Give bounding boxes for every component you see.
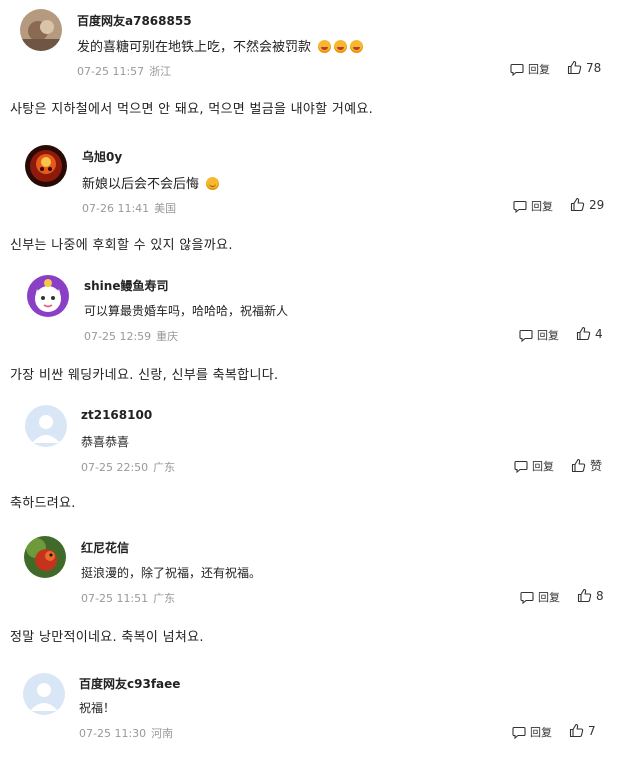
username[interactable]: zt2168100 <box>81 408 152 422</box>
reply-label: 回复 <box>537 329 559 342</box>
like-button[interactable]: 赞 <box>571 457 602 474</box>
like-count: 78 <box>586 60 602 75</box>
like-count: 29 <box>589 197 605 212</box>
comment-location: 广东 <box>153 461 176 474</box>
reply-label: 回复 <box>530 726 552 739</box>
comment-text: 恭喜恭喜 <box>81 433 129 450</box>
username[interactable]: 百度网友c93faee <box>79 675 180 692</box>
reply-button[interactable]: 回复 <box>513 198 553 214</box>
comment-text: 挺浪漫的，除了祝福，还有祝福。 <box>81 564 261 581</box>
comment-item: zt2168100 恭喜恭喜 07-25 22:50 广东 回复 赞 <box>0 396 637 496</box>
like-count: 赞 <box>590 459 603 473</box>
like-count: 7 <box>588 723 596 738</box>
reply-label: 回复 <box>531 200 553 213</box>
comment-text: 发的喜糖可别在地铁上吃，不然会被罚款 <box>77 36 364 55</box>
comment-location: 广东 <box>153 592 176 605</box>
thumbs-up-icon <box>576 326 591 341</box>
thumbs-up-icon <box>569 723 584 738</box>
avatar[interactable] <box>20 9 62 51</box>
comment-text-content: 恭喜恭喜 <box>81 435 130 449</box>
avatar[interactable] <box>25 145 67 187</box>
smile-emoji-icon <box>206 177 220 190</box>
comment-item: 红尼花信 挺浪漫的，除了祝福，还有祝福。 07-25 11:51 广东 回复 8 <box>0 527 637 627</box>
thumbs-up-icon <box>567 60 582 75</box>
comment-text-content: 挺浪漫的，除了祝福，还有祝福。 <box>81 566 262 580</box>
grin-emoji-icon <box>318 40 332 53</box>
comment-location: 美国 <box>154 202 177 215</box>
reply-label: 回复 <box>538 591 560 604</box>
translation-text: 정말 낭만적이네요. 축복이 넘쳐요. <box>10 630 204 645</box>
comment-date: 07-25 12:59 <box>84 330 152 343</box>
username[interactable]: 百度网友a7868855 <box>77 12 192 29</box>
comment-location: 浙江 <box>149 65 172 78</box>
reply-button[interactable]: 回复 <box>520 589 560 605</box>
comment-item: 百度网友c93faee 祝福！ 07-25 11:30 河南 回复 7 <box>0 664 637 764</box>
thumbs-up-icon <box>577 588 592 603</box>
reply-label: 回复 <box>528 63 550 76</box>
comment-date: 07-26 11:41 <box>82 202 150 215</box>
thumbs-up-icon <box>570 197 585 212</box>
like-count: 4 <box>595 326 603 341</box>
comment-text: 可以算最贵婚车吗，哈哈哈，祝福新人 <box>84 302 288 319</box>
comment-text: 祝福！ <box>79 699 115 716</box>
comment-date: 07-25 11:51 <box>81 592 149 605</box>
comment-location: 河南 <box>151 727 174 740</box>
comment-meta: 07-25 22:50 广东 <box>81 459 175 475</box>
comment-text-content: 祝福！ <box>79 701 116 715</box>
comment-text-content: 发的喜糖可别在地铁上吃，不然会被罚款 <box>77 40 312 55</box>
like-button[interactable]: 78 <box>567 60 601 75</box>
comment-icon <box>510 63 524 76</box>
comment-meta: 07-25 11:51 广东 <box>81 590 175 606</box>
reply-button[interactable]: 回复 <box>510 61 550 77</box>
username[interactable]: 乌旭0y <box>82 148 122 165</box>
comment-text: 新娘以后会不会后悔 <box>82 173 220 192</box>
comment-date: 07-25 11:57 <box>77 65 145 78</box>
comment-item: 乌旭0y 新娘以后会不会后悔 07-26 11:41 美国 回复 29 <box>0 135 637 235</box>
comment-text-content: 可以算最贵婚车吗，哈哈哈，祝福新人 <box>84 304 289 318</box>
like-count: 8 <box>596 588 604 603</box>
like-button[interactable]: 4 <box>576 326 603 341</box>
comment-meta: 07-25 11:57 浙江 <box>77 63 171 79</box>
comment-icon <box>519 329 533 342</box>
comment-icon <box>513 200 527 213</box>
grin-emoji-icon <box>334 40 348 53</box>
reply-label: 回复 <box>532 460 554 473</box>
comment-icon <box>512 726 526 739</box>
username[interactable]: 红尼花信 <box>81 539 129 556</box>
comment-item: shine鳗鱼寿司 可以算最贵婚车吗，哈哈哈，祝福新人 07-25 12:59 重… <box>0 265 637 365</box>
like-button[interactable]: 7 <box>569 723 596 738</box>
avatar[interactable] <box>24 536 66 578</box>
comment-text-content: 新娘以后会不会后悔 <box>82 177 200 192</box>
username[interactable]: shine鳗鱼寿司 <box>84 277 168 294</box>
avatar[interactable] <box>27 275 69 317</box>
comment-meta: 07-25 11:30 河南 <box>79 725 173 741</box>
comment-location: 重庆 <box>156 330 179 343</box>
comment-date: 07-25 22:50 <box>81 461 149 474</box>
comment-date: 07-25 11:30 <box>79 727 147 740</box>
comment-meta: 07-25 12:59 重庆 <box>84 328 178 344</box>
translation-text: 사탕은 지하철에서 먹으면 안 돼요, 먹으면 벌금을 내야할 거예요. <box>10 102 374 117</box>
translation-text: 신부는 나중에 후회할 수 있지 않을까요. <box>10 238 233 253</box>
avatar[interactable] <box>23 673 65 715</box>
translation-text: 축하드려요. <box>10 496 76 511</box>
thumbs-up-icon <box>571 458 586 473</box>
comment-item: 百度网友a7868855 发的喜糖可别在地铁上吃，不然会被罚款 07-25 11… <box>0 0 637 100</box>
like-button[interactable]: 29 <box>570 197 604 212</box>
comment-meta: 07-26 11:41 美国 <box>82 200 176 216</box>
reply-button[interactable]: 回复 <box>514 458 554 474</box>
avatar[interactable] <box>25 405 67 447</box>
reply-button[interactable]: 回复 <box>519 327 559 343</box>
translation-text: 가장 비싼 웨딩카네요. 신랑, 신부를 축복합니다. <box>10 368 279 383</box>
like-button[interactable]: 8 <box>577 588 604 603</box>
reply-button[interactable]: 回复 <box>512 724 552 740</box>
grin-emoji-icon <box>350 40 364 53</box>
comment-icon <box>514 460 528 473</box>
comment-icon <box>520 591 534 604</box>
